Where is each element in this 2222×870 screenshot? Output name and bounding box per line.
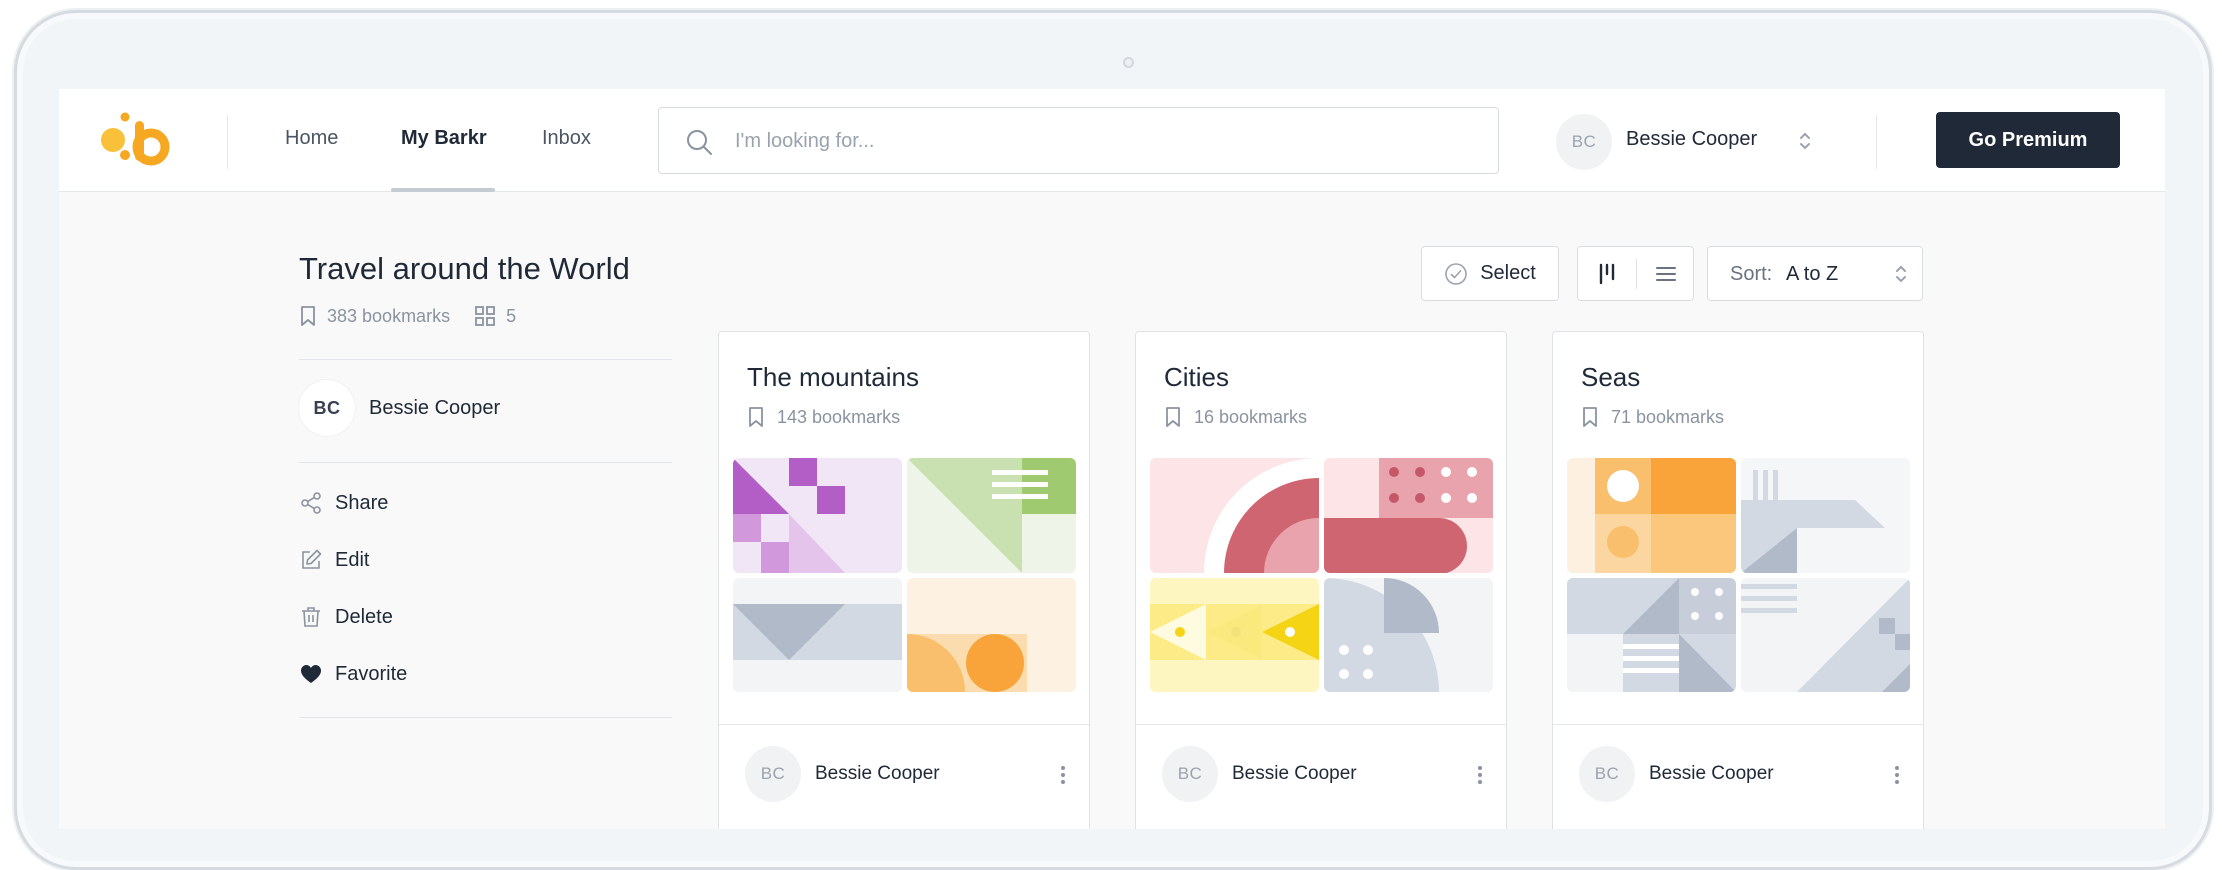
search-icon — [687, 130, 712, 155]
card-owner-name[interactable]: Bessie Cooper — [815, 763, 940, 785]
bookmark-icon — [749, 407, 763, 427]
masonry-view-icon[interactable] — [1595, 262, 1619, 286]
user-avatar[interactable]: BC — [1556, 114, 1612, 170]
more-options-icon[interactable] — [1476, 763, 1484, 787]
owner-avatar[interactable]: BC — [299, 380, 355, 436]
nav-home[interactable]: Home — [285, 127, 338, 150]
top-bar: Home My Barkr Inbox BC Bessie Cooper Go … — [59, 89, 2165, 192]
heart-icon — [301, 665, 321, 683]
more-options-icon[interactable] — [1059, 763, 1067, 787]
divider — [1636, 259, 1637, 289]
card-title: The mountains — [747, 362, 919, 392]
nav-inbox[interactable]: Inbox — [542, 127, 591, 150]
card-count: 71 bookmarks — [1581, 406, 1724, 428]
card-thumbnail — [1567, 458, 1910, 692]
chevron-updown-icon[interactable] — [1798, 130, 1812, 152]
edit-action[interactable]: Edit — [299, 548, 369, 572]
card-thumbnail — [733, 458, 1076, 692]
app-screen: Home My Barkr Inbox BC Bessie Cooper Go … — [59, 89, 2165, 829]
bookmark-count: 383 bookmarks — [327, 305, 451, 326]
view-toggle — [1577, 246, 1694, 301]
divider — [299, 359, 672, 360]
divider — [719, 724, 1089, 725]
search-box[interactable] — [658, 107, 1499, 174]
select-label: Select — [1480, 262, 1536, 284]
camera-icon — [1123, 57, 1134, 68]
go-premium-button[interactable]: Go Premium — [1936, 112, 2120, 168]
select-button[interactable]: Select — [1421, 246, 1559, 301]
divider — [299, 462, 672, 463]
bookmark-icon — [1166, 407, 1180, 427]
list-view-icon[interactable] — [1654, 262, 1678, 286]
bookmark-icon — [1583, 407, 1597, 427]
trash-icon — [302, 607, 320, 627]
divider — [1553, 724, 1923, 725]
sort-value: A to Z — [1786, 263, 1839, 285]
divider — [1876, 115, 1877, 169]
check-circle-icon — [1445, 262, 1468, 285]
divider — [227, 115, 228, 169]
divider — [299, 717, 672, 718]
delete-action[interactable]: Delete — [299, 605, 393, 629]
user-name[interactable]: Bessie Cooper — [1626, 128, 1757, 151]
card-bookmark-count: 143 bookmarks — [777, 406, 901, 427]
favorite-action[interactable]: Favorite — [299, 662, 407, 686]
card-count: 16 bookmarks — [1164, 406, 1307, 428]
share-action[interactable]: Share — [299, 491, 388, 515]
grid-icon — [475, 306, 495, 326]
card-owner-avatar[interactable]: BC — [745, 746, 801, 802]
card-bookmark-count: 16 bookmarks — [1194, 406, 1308, 427]
edit-icon — [302, 549, 322, 569]
active-tab-indicator — [391, 188, 495, 192]
collection-card[interactable]: The mountains 143 bookmarks BC Bessie Co… — [718, 331, 1090, 829]
collection-card[interactable]: Seas 71 bookmarks BC Bessie Cooper — [1552, 331, 1924, 829]
barkr-logo-icon[interactable] — [99, 111, 171, 171]
chevron-updown-icon — [1896, 265, 1906, 283]
card-title: Seas — [1581, 362, 1641, 392]
share-label: Share — [335, 491, 389, 514]
more-options-icon[interactable] — [1893, 763, 1901, 787]
favorite-label: Favorite — [335, 662, 408, 685]
share-icon — [301, 492, 321, 514]
owner-name[interactable]: Bessie Cooper — [369, 397, 500, 420]
card-title: Cities — [1164, 362, 1230, 392]
card-owner-avatar[interactable]: BC — [1162, 746, 1218, 802]
card-thumbnail — [1150, 458, 1493, 692]
sort-select[interactable]: Sort: A to Z — [1707, 246, 1923, 301]
collection-meta: 383 bookmarks 5 — [299, 305, 516, 327]
delete-label: Delete — [335, 605, 393, 628]
collection-card[interactable]: Cities 16 bookmarks BC Bessie Cooper — [1135, 331, 1507, 829]
bookmark-icon — [301, 306, 315, 326]
search-input[interactable] — [735, 122, 1475, 160]
divider — [1136, 724, 1506, 725]
edit-label: Edit — [335, 548, 370, 571]
card-count: 143 bookmarks — [747, 406, 900, 428]
card-owner-name[interactable]: Bessie Cooper — [1232, 763, 1357, 785]
group-count: 5 — [506, 305, 517, 326]
sort-label: Sort: — [1730, 263, 1773, 285]
card-owner-name[interactable]: Bessie Cooper — [1649, 763, 1774, 785]
card-owner-avatar[interactable]: BC — [1579, 746, 1635, 802]
nav-my-barkr[interactable]: My Barkr — [401, 127, 487, 150]
collection-title: Travel around the World — [299, 251, 630, 286]
card-bookmark-count: 71 bookmarks — [1611, 406, 1725, 427]
